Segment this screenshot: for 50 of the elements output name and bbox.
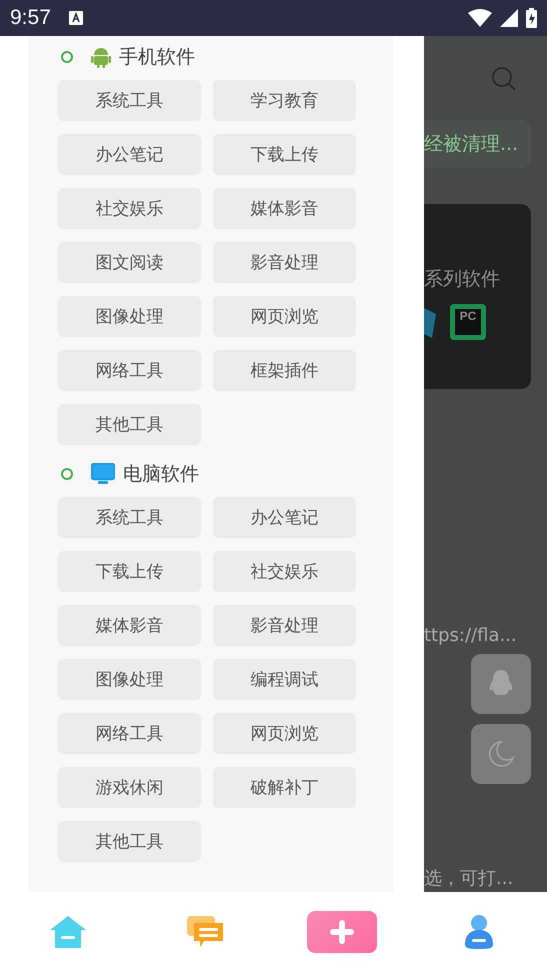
category-chip[interactable]: 图像处理 xyxy=(58,659,201,700)
monitor-icon xyxy=(91,463,115,485)
status-time: 9:57 xyxy=(10,6,51,30)
android-icon xyxy=(91,46,111,68)
category-chip[interactable]: 图文阅读 xyxy=(58,242,201,283)
category-chip[interactable]: 网络工具 xyxy=(58,350,201,391)
footer-text: 选，可打... xyxy=(424,867,514,890)
signal-icon xyxy=(500,9,518,27)
category-chip[interactable]: 游戏休闲 xyxy=(58,767,201,808)
category-chip[interactable]: 网页浏览 xyxy=(213,713,356,754)
penguin-button[interactable] xyxy=(471,654,531,714)
category-chip[interactable]: 图像处理 xyxy=(58,296,201,337)
category-chip[interactable]: 办公笔记 xyxy=(58,134,201,175)
bullet-icon xyxy=(61,468,73,480)
home-icon[interactable] xyxy=(49,915,88,949)
section-title: 电脑软件 xyxy=(123,462,199,487)
category-chip[interactable]: 系统工具 xyxy=(58,80,201,121)
add-button[interactable] xyxy=(306,911,377,953)
chat-icon[interactable] xyxy=(186,915,224,949)
notice-text: 经被清理... xyxy=(424,132,518,157)
category-chip[interactable]: 影音处理 xyxy=(213,605,356,646)
category-chip[interactable]: 网络工具 xyxy=(58,713,201,754)
dark-mode-button[interactable] xyxy=(471,724,531,784)
category-chip[interactable]: 媒体影音 xyxy=(213,188,356,229)
app-logo: PC xyxy=(450,304,486,340)
category-chip[interactable]: 社交娱乐 xyxy=(58,188,201,229)
category-chip[interactable]: 其他工具 xyxy=(58,404,201,445)
category-chip[interactable]: 影音处理 xyxy=(213,242,356,283)
category-chip[interactable]: 破解补丁 xyxy=(213,767,356,808)
category-chip[interactable]: 媒体影音 xyxy=(58,605,201,646)
plus-icon xyxy=(328,919,355,945)
wifi-icon xyxy=(468,9,492,27)
section-title: 手机软件 xyxy=(119,45,195,70)
category-chip[interactable]: 学习教育 xyxy=(213,80,356,121)
card-text: 系列软件 xyxy=(424,267,501,292)
category-chip[interactable]: 编程调试 xyxy=(213,659,356,700)
moon-icon xyxy=(487,740,515,768)
category-chip[interactable]: 办公笔记 xyxy=(213,497,356,538)
category-chip[interactable]: 系统工具 xyxy=(58,497,201,538)
category-chip[interactable]: 网页浏览 xyxy=(213,296,356,337)
battery-icon xyxy=(526,8,537,28)
bullet-icon xyxy=(61,51,73,63)
keyboard-notification-icon xyxy=(68,11,83,25)
search-icon[interactable] xyxy=(491,66,517,92)
link-text: ttps://fla... xyxy=(424,625,518,646)
category-chip[interactable]: 下载上传 xyxy=(58,551,201,592)
category-chip[interactable]: 框架插件 xyxy=(213,350,356,391)
category-chip[interactable]: 下载上传 xyxy=(213,134,356,175)
category-chip[interactable]: 社交娱乐 xyxy=(213,551,356,592)
category-chip[interactable]: 其他工具 xyxy=(58,821,201,862)
